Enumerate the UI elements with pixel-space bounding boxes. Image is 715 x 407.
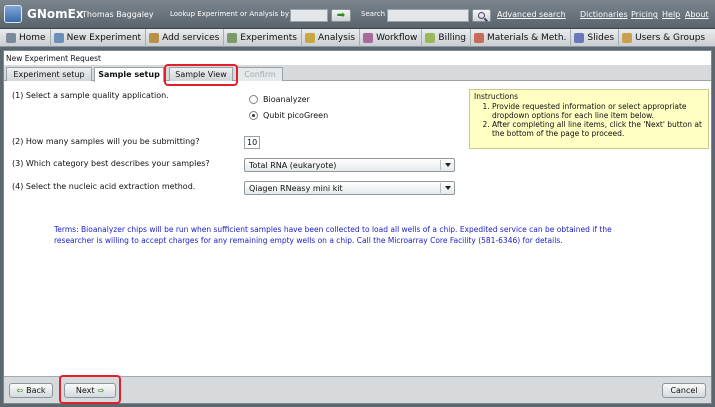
cancel-button[interactable]: Cancel [662,383,706,398]
chevron-down-icon [445,163,451,167]
tab-experiment-setup[interactable]: Experiment setup [6,67,92,81]
lookup-label: Lookup Experiment or Analysis by # [170,10,298,18]
tab-sample-setup[interactable]: Sample setup [94,67,164,82]
nav-label: Slides [587,32,615,43]
help-link[interactable]: Help [662,10,680,19]
main-navbar: Home New Experiment Add services Experim… [0,28,715,47]
instructions-title: Instructions [474,92,519,101]
wizard-tabs: Experiment setup Sample setup Sample Vie… [4,65,711,82]
back-button-label: Back [26,386,46,395]
nav-analysis[interactable]: Analysis [302,28,361,47]
question-1-label: (1) Select a sample quality application. [12,91,169,100]
gnomex-logo-icon [4,5,22,23]
back-button[interactable]: ⇦ Back [9,383,53,398]
lookup-input[interactable] [290,9,328,22]
nav-label: Add services [162,32,220,43]
nav-label: Materials & Meth. [487,32,567,43]
question-2-label: (2) How many samples will you be submitt… [12,137,200,146]
new-experiment-panel: New Experiment Request Experiment setup … [3,50,712,404]
select-value: Qiagen RNeasy mini kit [249,184,343,193]
next-button[interactable]: Next ⇨ [64,383,116,398]
panel-title: New Experiment Request [6,54,101,63]
dictionaries-link[interactable]: Dictionaries [580,10,628,19]
lookup-go-button[interactable]: ➡ [331,9,351,22]
about-link[interactable]: About [685,10,709,19]
workflow-icon [363,32,374,43]
nav-slides[interactable]: Slides [571,28,620,47]
nav-home[interactable]: Home [3,28,51,47]
nav-workflow[interactable]: Workflow [360,28,423,47]
experiments-icon [227,32,238,43]
nav-label: Experiments [240,32,297,43]
question-4-label: (4) Select the nucleic acid extraction m… [12,182,196,191]
billing-icon [425,32,436,43]
nav-label: Users & Groups [635,32,706,43]
sample-count-input[interactable]: 10 [244,136,260,149]
next-button-label: Next [75,386,95,395]
users-icon [622,32,633,43]
user-name: Thomas Baggaley [82,10,154,19]
nav-label: Workflow [376,32,418,43]
slides-icon [574,32,585,43]
terms-text: Terms: Bioanalyzer chips will be run whe… [54,225,612,245]
sample-category-select[interactable]: Total RNA (eukaryote) [244,158,455,172]
instructions-box: Instructions Provide requested informati… [469,89,709,149]
app-header: GNomEx Thomas Baggaley Lookup Experiment… [0,0,715,29]
search-label: Search [361,10,386,18]
chevron-down-icon [445,186,451,190]
instruction-item: After completing all line items, click t… [492,120,704,138]
search-input[interactable] [387,9,469,22]
tab-confirm: Confirm [237,67,283,81]
nav-label: Home [19,32,46,43]
nav-billing[interactable]: Billing [422,28,472,47]
question-3-label: (3) Which category best describes your s… [12,159,210,168]
arrow-right-icon: ➡ [336,10,346,21]
radio-qubit-picogreen[interactable] [249,111,258,120]
instruction-item: Provide requested information or select … [492,102,704,120]
nav-label: Analysis [318,32,356,43]
search-button[interactable] [472,9,491,22]
arrow-right-icon: ⇨ [97,386,105,395]
nav-experiments[interactable]: Experiments [224,28,302,47]
services-icon [149,32,160,43]
search-icon [478,12,485,19]
materials-icon [474,32,485,43]
nav-label: New Experiment [66,32,142,43]
select-separator [440,160,441,170]
flask-icon [53,32,64,43]
select-separator [440,183,441,193]
nav-add-services[interactable]: Add services [146,28,225,47]
home-icon [6,32,16,43]
radio-qubit-label: Qubit picoGreen [263,111,329,120]
radio-bioanalyzer-label: Bioanalyzer [263,95,310,104]
extraction-method-select[interactable]: Qiagen RNeasy mini kit [244,181,455,195]
nav-new-experiment[interactable]: New Experiment [51,28,147,47]
bottom-button-bar: ⇦ Back Next ⇨ Cancel [4,376,711,403]
tab-sample-view[interactable]: Sample View [169,67,233,81]
nav-materials[interactable]: Materials & Meth. [471,28,572,47]
advanced-search-link[interactable]: Advanced search [497,10,566,19]
nav-users-groups[interactable]: Users & Groups [619,29,709,47]
radio-bioanalyzer[interactable] [249,95,258,104]
app-name: GNomEx [27,7,84,21]
pricing-link[interactable]: Pricing [631,10,658,19]
arrow-left-icon: ⇦ [16,386,24,395]
analysis-icon [305,32,315,43]
nav-label: Billing [438,32,467,43]
select-value: Total RNA (eukaryote) [249,161,337,170]
